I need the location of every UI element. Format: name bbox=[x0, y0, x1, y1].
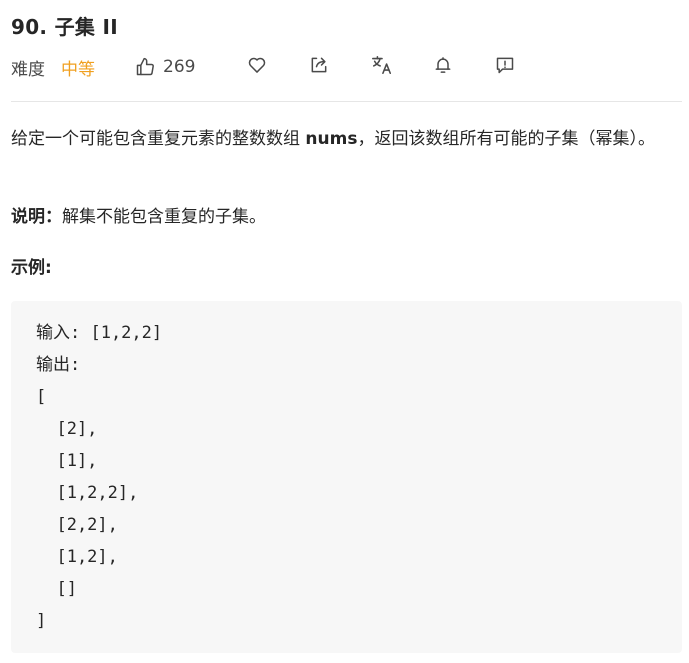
favorite-button[interactable] bbox=[247, 54, 267, 80]
share-icon bbox=[309, 55, 329, 80]
difficulty-badge: 中等 bbox=[61, 59, 95, 80]
problem-meta-bar: 难度 中等 269 bbox=[11, 54, 682, 80]
share-button[interactable] bbox=[309, 54, 329, 80]
problem-description: 给定一个可能包含重复元素的整数数组 nums，返回该数组所有可能的子集（幂集）。 bbox=[11, 124, 671, 154]
heart-icon bbox=[247, 55, 267, 80]
description-text-after: ，返回该数组所有可能的子集（幂集）。 bbox=[357, 129, 655, 149]
like-button[interactable]: 269 bbox=[135, 57, 195, 77]
problem-title: 90. 子集 II bbox=[11, 15, 118, 39]
like-count: 269 bbox=[163, 57, 196, 77]
example-heading: 示例: bbox=[11, 258, 52, 278]
header-divider bbox=[11, 101, 682, 102]
feedback-button[interactable] bbox=[495, 54, 515, 80]
translate-icon bbox=[371, 54, 393, 81]
nums-keyword: nums bbox=[305, 129, 358, 149]
note-label: 说明： bbox=[11, 207, 62, 227]
bell-icon bbox=[433, 55, 453, 80]
problem-note: 说明：解集不能包含重复的子集。 bbox=[11, 202, 671, 232]
note-text: 解集不能包含重复的子集。 bbox=[62, 207, 266, 227]
description-text-before: 给定一个可能包含重复元素的整数数组 bbox=[11, 129, 306, 149]
feedback-icon bbox=[495, 55, 515, 80]
example-code: 输入: [1,2,2] 输出: [ [2], [1], [1,2,2], [2,… bbox=[36, 323, 163, 631]
difficulty-label: 难度 bbox=[11, 59, 45, 80]
thumbs-up-icon bbox=[135, 57, 155, 77]
subscribe-button[interactable] bbox=[433, 54, 453, 80]
translate-button[interactable] bbox=[371, 54, 393, 80]
example-code-block: 输入: [1,2,2] 输出: [ [2], [1], [1,2,2], [2,… bbox=[11, 301, 682, 653]
